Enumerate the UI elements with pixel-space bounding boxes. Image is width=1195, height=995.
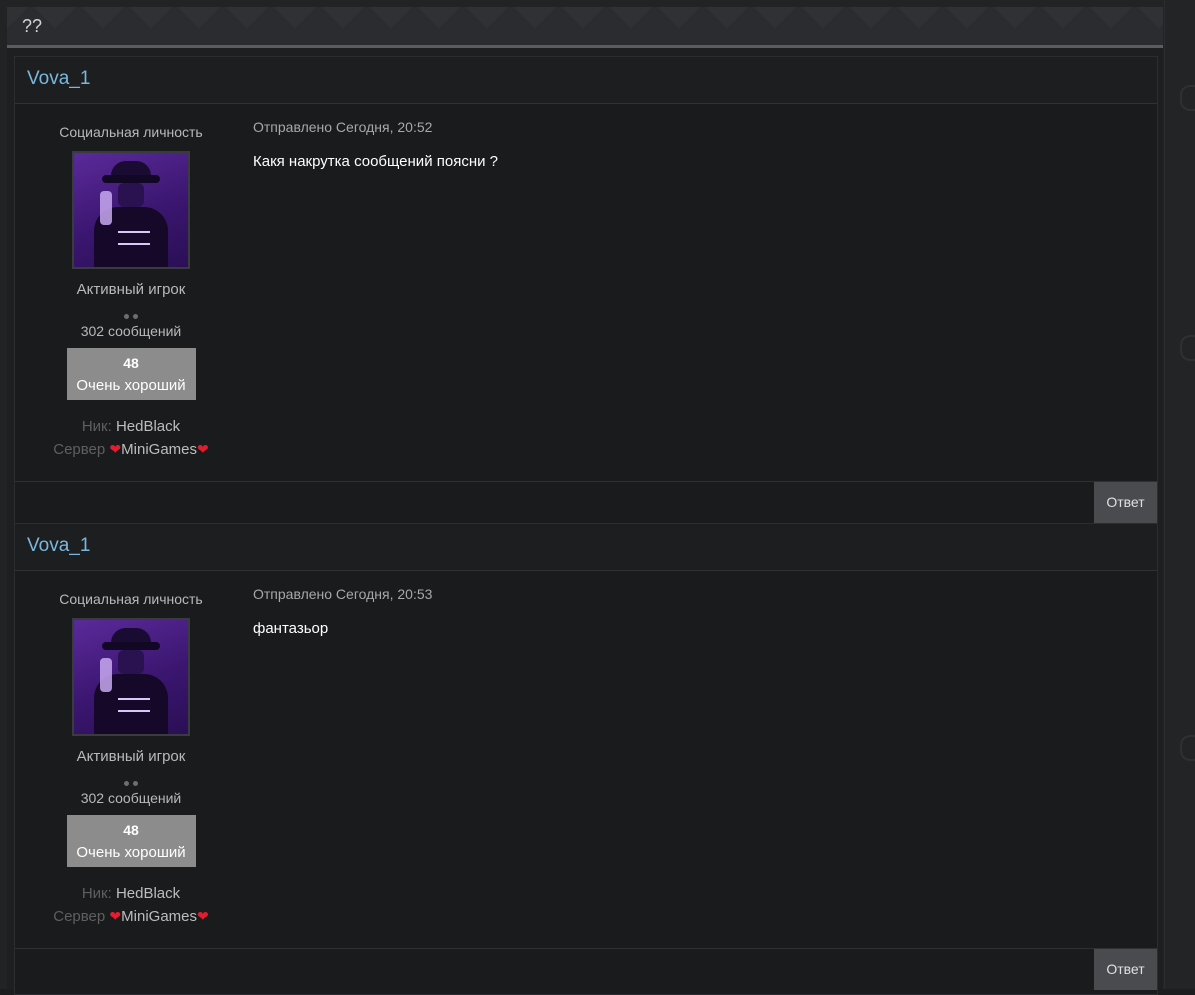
post-count: 302 сообщений (80, 323, 182, 339)
post-date: Отправлено Сегодня, 20:52 (253, 119, 433, 135)
reputation-value: 48 (123, 355, 139, 371)
reply-button[interactable]: Ответ (1094, 949, 1157, 990)
author-info: Социальная личность Активный игрок 302 с… (15, 571, 247, 928)
post-body: Отправлено Сегодня, 20:53 фантазьор (253, 571, 1147, 637)
user-group: Активный игрок (76, 748, 186, 765)
user-rank: Социальная личность (59, 124, 203, 140)
rank-pips-icon (15, 773, 247, 786)
topic-title-bar: ?? (7, 7, 1163, 48)
post-list: Vova_1 Социальная личность Активный игро… (7, 48, 1163, 995)
author-name-link[interactable]: Vova_1 (27, 68, 90, 90)
user-avatar-image[interactable] (72, 151, 190, 269)
decor-hook (1180, 735, 1195, 761)
decor-hook (1180, 85, 1195, 111)
post-date: Отправлено Сегодня, 20:53 (253, 586, 433, 602)
user-group: Активный игрок (76, 281, 186, 298)
server-label: Сервер (53, 441, 106, 458)
reply-button[interactable]: Ответ (1094, 482, 1157, 523)
post-content: фантазьор (253, 620, 329, 637)
topic-title: ?? (22, 16, 43, 36)
server-label: Сервер (53, 908, 106, 925)
author-info: Социальная личность Активный игрок 302 с… (15, 104, 247, 461)
post: Vova_1 Социальная личность Активный игро… (14, 523, 1158, 995)
server-value: MiniGames (121, 908, 198, 925)
user-avatar-image[interactable] (72, 618, 190, 736)
reputation-badge[interactable]: 48 Очень хороший (66, 348, 196, 400)
post: Vova_1 Социальная личность Активный игро… (14, 56, 1158, 524)
heart-icon: ❤ (197, 908, 209, 924)
nick-field: Ник: HedBlack (15, 416, 247, 438)
right-sidebar-strip (1164, 0, 1195, 989)
heart-icon: ❤ (197, 441, 209, 457)
post-footer: Ответ (15, 948, 1157, 990)
post-header: Vova_1 (15, 57, 1157, 104)
nick-field: Ник: HedBlack (15, 883, 247, 905)
reputation-value: 48 (123, 822, 139, 838)
decor-hook (1180, 335, 1195, 361)
post-body: Отправлено Сегодня, 20:52 Какя накрутка … (253, 104, 1147, 170)
post-count: 302 сообщений (80, 790, 182, 806)
rank-pips-icon (15, 306, 247, 319)
post-header: Vova_1 (15, 524, 1157, 571)
post-content: Какя накрутка сообщений поясни ? (253, 153, 498, 170)
nick-label: Ник: (81, 885, 112, 902)
reputation-badge[interactable]: 48 Очень хороший (66, 815, 196, 867)
server-field: Сервер ❤MiniGames❤ (15, 438, 247, 461)
heart-icon: ❤ (109, 441, 122, 457)
nick-value: HedBlack (115, 418, 181, 435)
reputation-label: Очень хороший (76, 844, 186, 861)
server-value: MiniGames (121, 441, 198, 458)
author-name-link[interactable]: Vova_1 (27, 535, 90, 557)
nick-label: Ник: (81, 418, 112, 435)
nick-value: HedBlack (115, 885, 181, 902)
post-footer: Ответ (15, 481, 1157, 523)
server-field: Сервер ❤MiniGames❤ (15, 905, 247, 928)
reputation-label: Очень хороший (76, 377, 186, 394)
user-rank: Социальная личность (59, 591, 203, 607)
heart-icon: ❤ (109, 908, 122, 924)
